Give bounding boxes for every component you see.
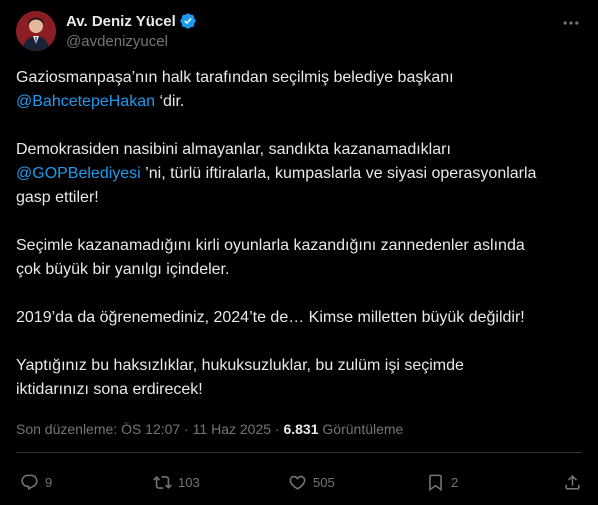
- bookmark-count: 2: [451, 474, 459, 490]
- views-label: Görüntüleme: [318, 421, 404, 437]
- views-count: 6.831: [283, 421, 319, 437]
- tweet-line: Demokrasiden nasibini almayanlar, sandık…: [16, 138, 586, 162]
- avatar[interactable]: [16, 11, 56, 51]
- tweet-paragraph: 2019’da da öğrenemediniz, 2024’te de… Ki…: [16, 306, 586, 330]
- tweet-line: çok büyük bir yanılgı içindeler.: [16, 258, 586, 282]
- mention-link[interactable]: @BahcetepeHakan: [16, 93, 155, 110]
- tweet-line: @GOPBelediyesi ’ni, türlü iftiralarla, k…: [16, 162, 586, 186]
- divider: [16, 452, 582, 453]
- tweet-card: Av. Deniz Yücel @avdenizyucel Gaziosmanp…: [0, 0, 598, 505]
- tweet-paragraph: Demokrasiden nasibini almayanlar, sandık…: [16, 138, 586, 210]
- tweet-paragraph: Seçimle kazanamadığını kirli oyunlarla k…: [16, 234, 586, 282]
- bookmark-button[interactable]: 2: [426, 466, 458, 498]
- tweet-paragraph: Yaptığınız bu haksızlıklar, hukuksuzlukl…: [16, 354, 586, 402]
- tweet-line: Seçimle kazanamadığını kirli oyunlarla k…: [16, 234, 586, 258]
- repost-button[interactable]: 103: [153, 466, 200, 498]
- edited-timestamp[interactable]: Son düzenleme: ÖS 12:07 · 11 Haz 2025 ·: [16, 421, 283, 437]
- repost-count: 103: [178, 474, 200, 490]
- tweet-text-segment: çok büyük bir yanılgı içindeler.: [16, 261, 230, 278]
- tweet-text-segment: ‘dir.: [155, 93, 185, 110]
- user-handle[interactable]: @avdenizyucel: [66, 33, 168, 50]
- share-icon: [565, 474, 580, 490]
- action-bar: 9 103 505 2: [16, 466, 586, 498]
- tweet-text-segment: Gaziosmanpaşa’nın halk tarafından seçilm…: [16, 69, 454, 86]
- tweet-line: gasp ettiler!: [16, 186, 586, 210]
- tweet-line: 2019’da da öğrenemediniz, 2024’te de… Ki…: [16, 306, 586, 330]
- tweet-text-segment: gasp ettiler!: [16, 189, 99, 206]
- reply-icon: [21, 474, 38, 490]
- tweet-line: Gaziosmanpaşa’nın halk tarafından seçilm…: [16, 66, 586, 90]
- tweet-line: iktidarınızı sona erdirecek!: [16, 378, 586, 402]
- verified-badge-icon: [179, 12, 197, 30]
- display-name[interactable]: Av. Deniz Yücel: [66, 13, 176, 30]
- tweet-text-segment: iktidarınızı sona erdirecek!: [16, 381, 203, 398]
- bookmark-icon: [429, 474, 442, 491]
- tweet-text-segment: 2019’da da öğrenemediniz, 2024’te de… Ki…: [16, 309, 525, 326]
- tweet-line: @BahcetepeHakan ‘dir.: [16, 90, 586, 114]
- like-count: 505: [313, 474, 335, 490]
- like-button[interactable]: 505: [288, 466, 335, 498]
- share-button[interactable]: [563, 466, 582, 498]
- reply-count: 9: [45, 474, 53, 490]
- more-options-icon[interactable]: [554, 10, 588, 36]
- tweet-text-segment: Demokrasiden nasibini almayanlar, sandık…: [16, 141, 451, 158]
- tweet-text-segment: ’ni, türlü iftiralarla, kumpaslarla ve s…: [140, 165, 537, 182]
- reply-button[interactable]: 9: [20, 466, 52, 498]
- repost-icon: [153, 475, 172, 489]
- tweet-text-segment: Seçimle kazanamadığını kirli oyunlarla k…: [16, 237, 525, 254]
- mention-link[interactable]: @GOPBelediyesi: [16, 165, 141, 182]
- tweet-paragraph: Gaziosmanpaşa’nın halk tarafından seçilm…: [16, 66, 586, 114]
- tweet-text-segment: Yaptığınız bu haksızlıklar, hukuksuzlukl…: [16, 357, 464, 374]
- tweet-text: Gaziosmanpaşa’nın halk tarafından seçilm…: [16, 66, 586, 426]
- tweet-meta: Son düzenleme: ÖS 12:07 · 11 Haz 2025 · …: [16, 421, 403, 437]
- heart-icon: [289, 475, 306, 490]
- tweet-line: Yaptığınız bu haksızlıklar, hukuksuzlukl…: [16, 354, 586, 378]
